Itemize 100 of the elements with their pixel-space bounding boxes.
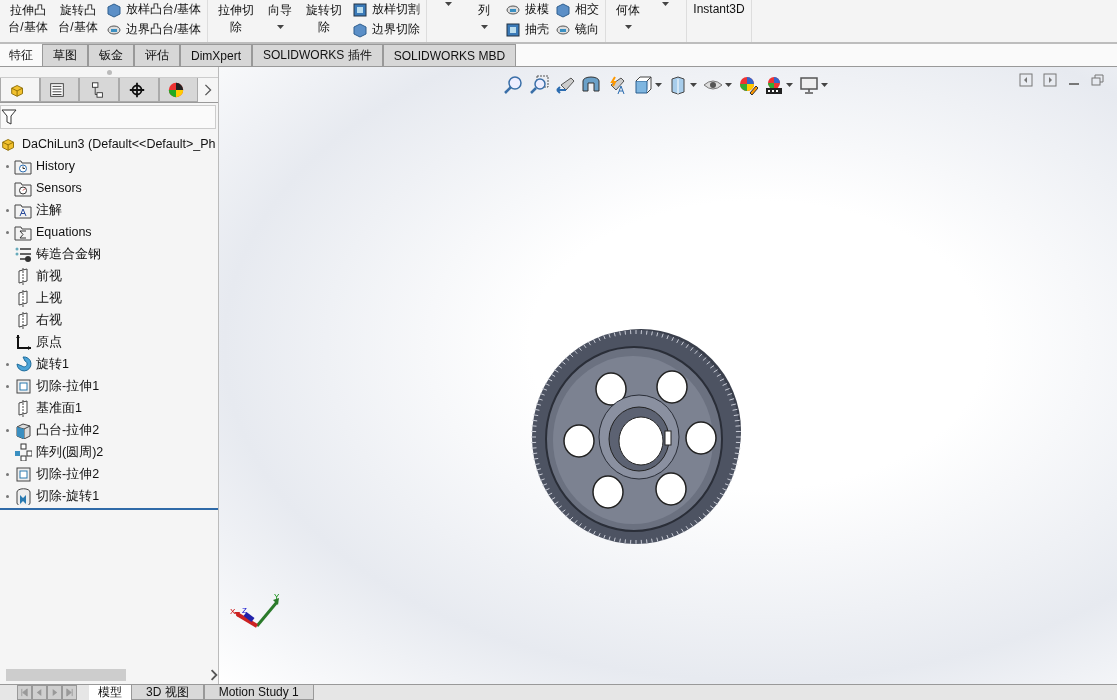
ribbon-button[interactable]: 旋转切除 [302,0,347,38]
monitor-icon [799,75,819,95]
section-view-button[interactable] [581,75,601,95]
scrollbar-thumb[interactable] [6,669,126,681]
cut-revolve-icon [14,487,32,505]
tab[interactable]: 评估 [134,44,180,66]
tab[interactable]: 草图 [42,44,88,66]
panel-tab[interactable] [39,78,80,102]
crosshair-icon [127,80,146,99]
last-icon [65,688,74,697]
box-icon [505,21,522,38]
previous-view-icon [555,75,575,95]
ribbon-button[interactable]: 拔模 [505,1,550,18]
expand-toggle[interactable] [5,208,9,212]
tree-item[interactable]: 切除-旋转1 [36,487,100,505]
dock-right-icon[interactable] [1043,73,1057,87]
expand-toggle[interactable] [5,362,9,366]
tree-item[interactable]: 右视 [36,311,62,329]
tab[interactable]: 钣金 [88,44,134,66]
tab[interactable]: 模型 [89,685,131,700]
caret-icon [276,25,284,29]
expand-toggle[interactable] [5,472,9,476]
property-list-icon [48,80,67,99]
caret-icon [690,83,697,87]
first-icon [20,688,29,697]
caret-icon [480,25,488,29]
tree-item[interactable]: 切除-拉伸2 [36,465,100,483]
zoom-area-button[interactable] [529,75,549,95]
ribbon-dropdown[interactable]: 向导 [264,0,297,31]
tree-item[interactable]: 上视 [36,289,62,307]
restore-icon[interactable] [1091,73,1105,87]
ribbon-button[interactable]: 边界凸台/基体 [106,21,202,38]
tree-item[interactable]: 基准面1 [36,399,82,417]
tree-item[interactable]: Equations [36,225,92,239]
dock-left-icon[interactable] [1019,73,1033,87]
ribbon-button[interactable]: 放样凸台/基体 [106,1,202,18]
scene-icon [764,75,784,95]
filter-field[interactable] [0,105,216,129]
ribbon-button[interactable]: 边界切除 [352,21,421,38]
tab[interactable]: 3D 视图 [131,685,204,700]
expand-toggle[interactable] [5,164,9,168]
appearance-icon [167,80,186,99]
pattern-icon [14,443,32,461]
ribbon-dropdown[interactable]: 列 [469,0,500,31]
panel-tab[interactable] [158,78,199,102]
tab[interactable]: Motion Study 1 [203,685,314,700]
tree-item[interactable]: 铸造合金钢 [36,245,101,263]
next-icon [50,688,59,697]
ribbon-button[interactable]: 镜向 [555,21,600,38]
caret-icon [725,83,732,87]
extrude-icon [14,421,32,439]
expand-toggle[interactable] [5,230,9,234]
tab[interactable]: DimXpert [180,44,252,66]
box-icon [352,1,369,18]
tree-item[interactable]: Sensors [36,181,82,195]
material-icon [14,245,32,263]
tree-item[interactable]: 注解 [36,201,62,219]
appearance-button[interactable] [738,75,758,95]
display-style-button[interactable] [668,75,688,95]
expand-toggle[interactable] [5,428,9,432]
tab[interactable]: SOLIDWORKS 插件 [252,44,383,66]
expand-toggle[interactable] [5,384,9,388]
zoom-area-icon [529,75,549,95]
axis-label: X [230,607,236,616]
chevron-right-icon[interactable] [210,669,218,681]
tree-item[interactable]: 前视 [36,267,62,285]
tree-item[interactable]: 切除-拉伸1 [36,377,100,395]
ribbon-button[interactable]: 放样切割 [352,1,421,18]
ribbon-button[interactable]: 拉伸凸台/基体 [6,0,50,38]
history-folder-icon [14,157,32,175]
caret-icon [786,83,793,87]
view-orientation-button[interactable] [633,75,653,95]
tab[interactable]: SOLIDWORKS MBD [382,44,517,66]
tree-item[interactable]: 阵列(圆周)2 [36,443,104,461]
tree-item[interactable]: 原点 [36,333,62,351]
caret-icon [821,83,828,87]
tree-item[interactable]: 旋转1 [36,355,69,373]
tree-item[interactable]: 凸台-拉伸2 [36,421,100,439]
ribbon-dropdown[interactable]: 何体 [612,0,645,31]
zoom-fit-button[interactable] [503,75,523,95]
scene-button[interactable] [764,75,784,95]
tree-item[interactable]: DaChiLun3 (Default<<Default>_Ph [22,137,216,151]
expand-toggle[interactable] [5,494,9,498]
panel-tab[interactable] [118,78,159,102]
grip-handle[interactable] [106,69,112,75]
axis-label: Y [274,592,280,601]
ribbon-button[interactable]: 旋转凸台/基体 [56,0,100,38]
caret-icon [661,2,669,6]
previous-view-button[interactable] [555,75,575,95]
view-orientation-icon [633,75,653,95]
ribbon-button[interactable]: Instant3D [693,0,745,18]
equation-folder-icon [14,223,32,241]
chevron-right-icon[interactable] [204,84,213,96]
monitor-button[interactable] [799,75,819,95]
tree-item[interactable]: History [36,159,75,173]
ribbon-button[interactable]: 拉伸切除 [214,0,259,38]
sensor-folder-icon [14,179,32,197]
ribbon-button[interactable]: 抽壳 [505,21,550,38]
ribbon-button[interactable]: 相交 [555,1,600,18]
caret-icon [444,2,452,6]
